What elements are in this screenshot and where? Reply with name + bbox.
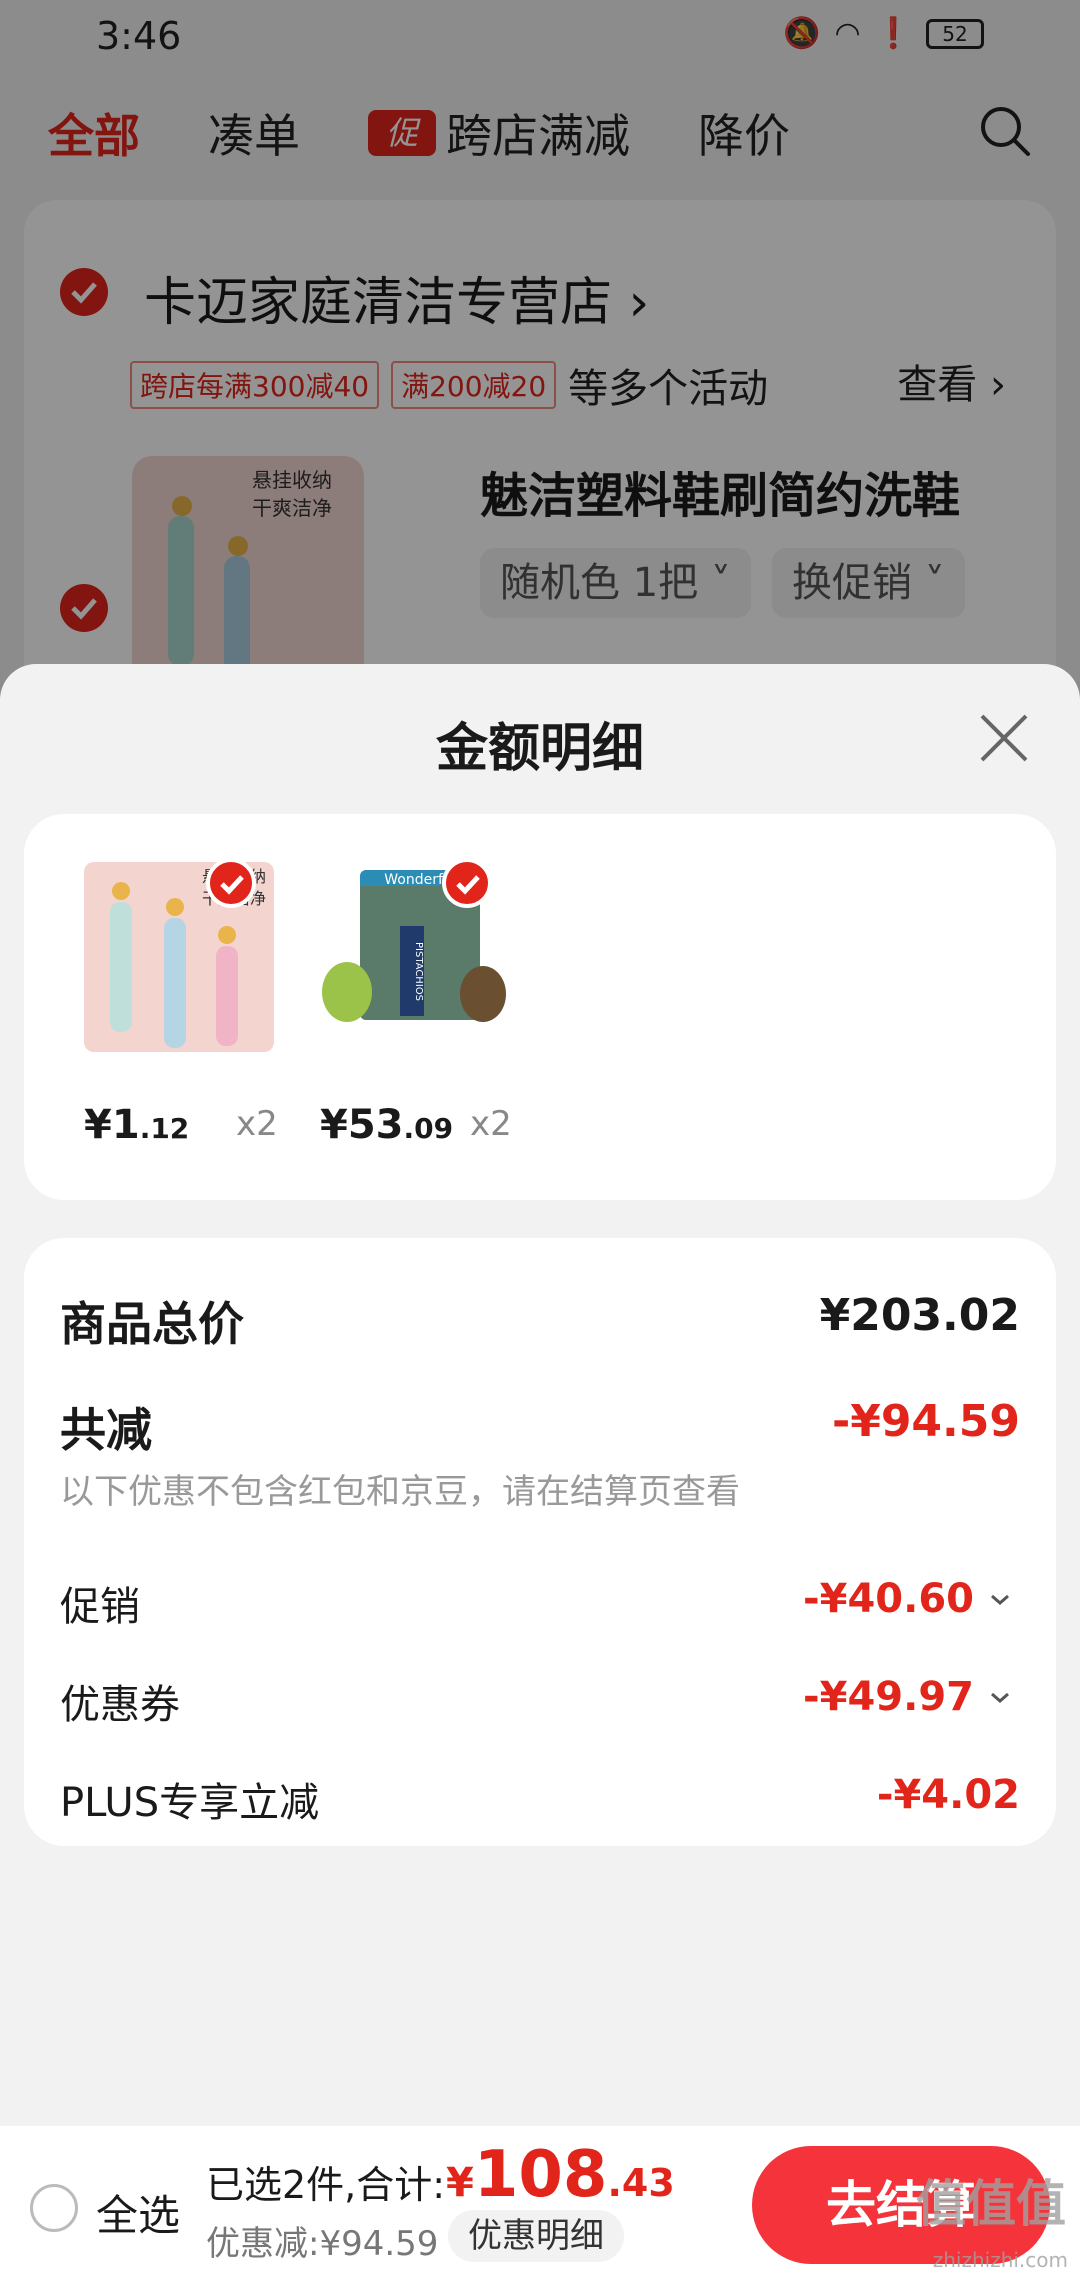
watermark-url: zhizhizhi.com [932, 2248, 1068, 2272]
promotion-label[interactable]: 促销 [60, 1574, 140, 1632]
total-reduction-label: 共减 [60, 1403, 152, 1457]
watermark-logo: 值值值 [916, 2175, 1066, 2233]
select-all-label[interactable]: 全选 [96, 2182, 180, 2243]
selected-count-text: 已选2件,合计: [206, 2163, 446, 2207]
price-summary-card: 商品总价 ¥203.02 共减 -¥94.59 以下优惠不包含红包和京豆，请在结… [24, 1238, 1056, 1846]
discount-summary-text: 优惠减:¥94.59 [206, 2224, 439, 2264]
item-price: ¥1.12 [84, 1102, 190, 1148]
discount-detail-button[interactable]: 优惠明细 [448, 2210, 624, 2262]
item-selected-check [206, 858, 256, 908]
coupon-value[interactable]: -¥49.97 [803, 1674, 974, 1720]
items-card: 悬挂收纳 干爽洁净 Wonderful PISTACHIOS ¥1.12 [24, 814, 1056, 1200]
plus-discount-label: PLUS专享立减 [60, 1780, 320, 1826]
total-reduction-value: -¥94.59 [831, 1396, 1020, 1447]
chevron-down-icon[interactable] [988, 1686, 1012, 1710]
plus-discount-value: -¥4.02 [876, 1772, 1020, 1818]
sheet-title: 金额明细 [435, 719, 644, 779]
item-quantity: x2 [470, 1104, 512, 1144]
item-price: ¥53.09 [320, 1102, 454, 1148]
discount-note: 以下优惠不包含红包和京豆，请在结算页查看 [60, 1472, 740, 1512]
modal-overlay[interactable] [0, 0, 1080, 700]
select-all-radio[interactable] [30, 2184, 78, 2232]
total-price-value: ¥203.02 [819, 1290, 1020, 1341]
item-quantity: x2 [236, 1104, 278, 1144]
total-price-label: 商品总价 [60, 1297, 244, 1351]
grand-total: ¥108.43 [446, 2138, 675, 2212]
close-icon[interactable] [976, 710, 1032, 766]
promotion-value[interactable]: -¥40.60 [803, 1576, 974, 1622]
chevron-down-icon[interactable] [988, 1588, 1012, 1612]
amount-detail-sheet: 金额明细 悬挂收纳 干爽洁净 Wonderful PISTACHIOS [0, 664, 1080, 2280]
item-selected-check [442, 858, 492, 908]
check-icon [456, 875, 480, 895]
check-icon [220, 875, 244, 895]
coupon-label[interactable]: 优惠券 [60, 1672, 180, 1730]
